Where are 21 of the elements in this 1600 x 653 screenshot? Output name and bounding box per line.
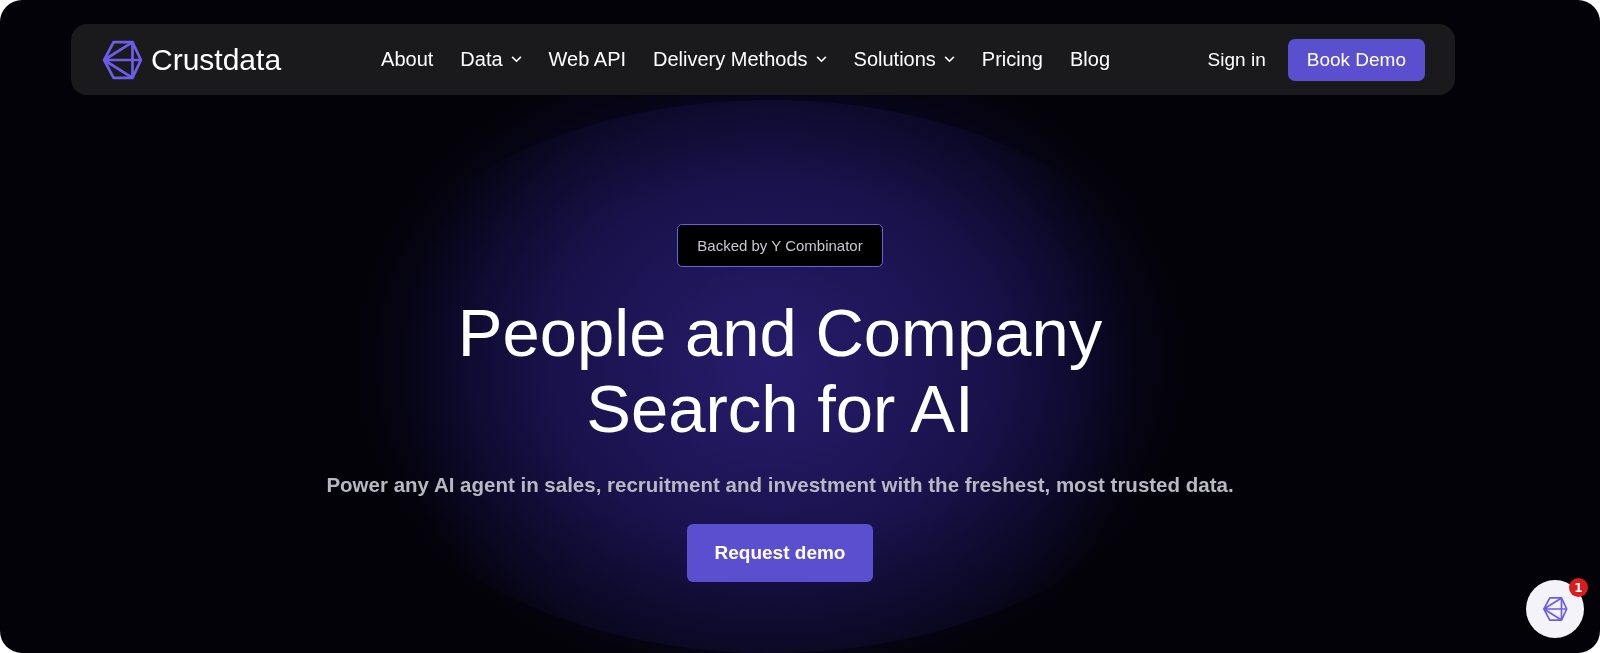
nav-link[interactable]: Pricing bbox=[981, 48, 1043, 71]
nav-link[interactable]: Web API bbox=[548, 48, 627, 71]
book-demo-button[interactable]: Book Demo bbox=[1287, 38, 1425, 81]
brand-name[interactable]: Crustdata bbox=[151, 42, 282, 77]
chevron-down-icon bbox=[943, 56, 955, 63]
unread-count-badge: 1 bbox=[1569, 578, 1588, 597]
subtitle: Power any AI agent in sales, recruitment and investment with the freshest, most trusted data. bbox=[326, 473, 1234, 497]
sign-in-link[interactable]: Sign in bbox=[1207, 48, 1266, 71]
nav-link[interactable]: Data bbox=[460, 48, 522, 71]
hexagon-logo-icon[interactable] bbox=[101, 38, 143, 81]
nav-link[interactable]: Solutions bbox=[853, 48, 955, 71]
backer-badge: Backed by Y Combinator bbox=[677, 224, 883, 267]
request-demo-button[interactable]: Request demo bbox=[686, 524, 874, 582]
nav-link[interactable]: About bbox=[381, 48, 434, 71]
chevron-down-icon bbox=[510, 56, 522, 63]
hexagon-logo-icon bbox=[1542, 596, 1568, 622]
nav-link[interactable]: Delivery Methods bbox=[653, 48, 827, 71]
headline: People and Company bbox=[457, 295, 1103, 371]
nav-link[interactable]: Blog bbox=[1070, 48, 1110, 71]
chevron-down-icon bbox=[815, 56, 827, 63]
headline: Search for AI bbox=[586, 371, 974, 447]
